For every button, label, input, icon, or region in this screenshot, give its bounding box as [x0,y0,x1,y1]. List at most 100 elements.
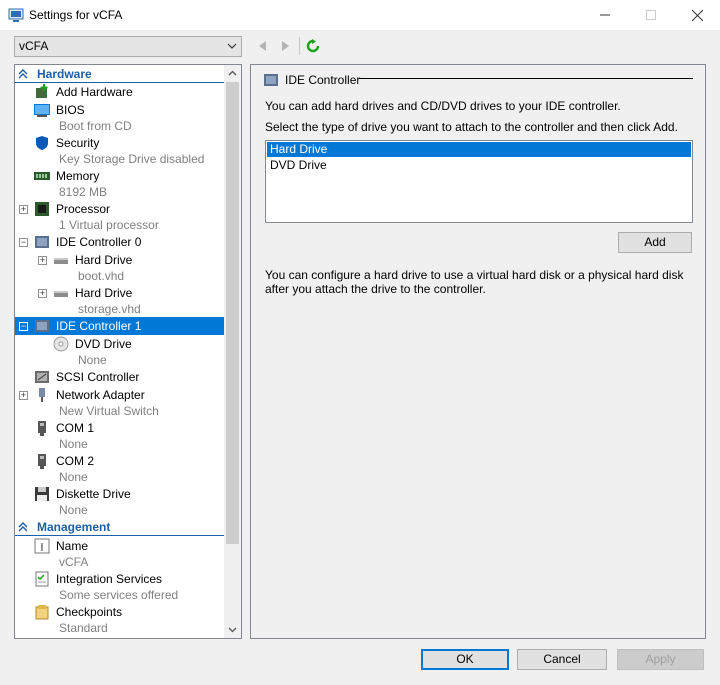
hardware-section-label: Hardware [37,67,92,81]
collapse-node-icon[interactable]: − [19,322,28,331]
panel-instruction-text: Select the type of drive you want to att… [265,120,678,134]
security-sub: Key Storage Drive disabled [59,152,205,166]
panel-title-divider [359,78,693,79]
ide-controller-panel: IDE Controller You can add hard drives a… [250,64,706,639]
integration-sub: Some services offered [59,588,179,602]
vm-selector-value: vCFA [19,39,49,53]
ide-controller-icon [35,320,49,332]
settings-app-icon [8,8,24,22]
forward-arrow-icon[interactable] [278,39,292,53]
collapse-icon [18,522,28,532]
diskette-sub: None [59,503,88,517]
tree-item-scsi-controller[interactable]: SCSI Controller [15,368,226,386]
panel-info-text: You can configure a hard drive to use a … [265,268,684,296]
net-label: Network Adapter [56,388,145,402]
checkpoints-sub: Standard [59,621,108,635]
com2-label: COM 2 [56,454,95,468]
tree-item-com2[interactable]: COM 2 None [15,452,226,485]
tree-item-dvd-drive[interactable]: DVD Drive None [15,335,226,368]
tree-item-name[interactable]: I Name vCFA [15,537,226,570]
expand-icon[interactable]: + [38,256,47,265]
refresh-icon[interactable] [306,39,320,53]
list-item[interactable]: DVD Drive [267,158,691,173]
com-port-icon [38,421,46,436]
com1-sub: None [59,437,88,451]
hd2-label: Hard Drive [75,286,133,300]
hd2-sub: storage.vhd [78,302,141,316]
com-port-icon [38,454,46,469]
list-item[interactable]: Hard Drive [267,142,691,157]
settings-tree: Hardware Add Hardware BIOS Boot from CD … [14,64,242,639]
bios-sub: Boot from CD [59,119,132,133]
window-title: Settings for vCFA [29,8,123,22]
processor-sub: 1 Virtual processor [59,218,159,232]
tree-item-bios[interactable]: BIOS Boot from CD [15,101,226,134]
back-arrow-icon[interactable] [256,39,270,53]
name-icon: I [34,538,50,554]
memory-icon [34,172,50,180]
add-hardware-icon [36,84,48,98]
bios-label: BIOS [56,103,85,117]
integration-services-icon [35,571,49,587]
hardware-section-header[interactable]: Hardware [15,65,226,83]
com2-sub: None [59,470,88,484]
minimize-button[interactable] [582,0,628,30]
tree-item-network-adapter[interactable]: + Network Adapter New Virtual Switch [15,386,226,419]
add-button[interactable]: Add [618,232,692,253]
integration-label: Integration Services [56,572,163,586]
drive-type-listbox[interactable]: Hard Drive DVD Drive [265,140,693,223]
tree-item-ide-controller-1[interactable]: − IDE Controller 1 [15,317,226,335]
tree-item-com1[interactable]: COM 1 None [15,419,226,452]
close-button[interactable] [674,0,720,30]
tree-item-security[interactable]: Security Key Storage Drive disabled [15,134,226,167]
collapse-node-icon[interactable]: − [19,238,28,247]
management-section-label: Management [37,520,111,534]
floppy-disk-icon [35,487,49,501]
name-sub: vCFA [59,555,89,569]
scsi-controller-icon [35,371,49,383]
tree-item-diskette-drive[interactable]: Diskette Drive None [15,485,226,518]
hd1-label: Hard Drive [75,253,133,267]
scsi-label: SCSI Controller [56,370,140,384]
tree-scrollbar[interactable] [224,65,241,638]
scrollbar-thumb[interactable] [226,82,239,544]
expand-icon[interactable]: + [38,289,47,298]
tree-item-integration-services[interactable]: Integration Services Some services offer… [15,570,226,603]
toolbar-separator [299,37,300,55]
scroll-up-icon[interactable] [228,69,237,78]
vm-selector[interactable]: vCFA [14,36,242,57]
hard-drive-icon [54,258,68,264]
ide1-label: IDE Controller 1 [56,319,142,333]
tree-item-processor[interactable]: + Processor 1 Virtual processor [15,200,226,233]
add-hardware-label: Add Hardware [56,85,133,99]
ide-controller-icon [35,236,49,248]
collapse-icon [18,69,28,79]
memory-sub: 8192 MB [59,185,108,199]
maximize-icon [646,10,656,20]
com1-label: COM 1 [56,421,95,435]
checkpoints-label: Checkpoints [56,605,123,619]
tree-item-checkpoints[interactable]: Checkpoints Standard [15,603,226,636]
panel-intro-text: You can add hard drives and CD/DVD drive… [265,99,621,113]
tree-item-add-hardware[interactable]: Add Hardware [15,83,226,101]
memory-label: Memory [56,169,100,183]
apply-button[interactable]: Apply [617,649,704,670]
tree-item-ide-controller-0[interactable]: − IDE Controller 0 [15,233,226,251]
scroll-down-icon[interactable] [228,625,237,634]
expand-icon[interactable]: + [19,391,28,400]
dvd-drive-icon [53,336,69,352]
security-label: Security [56,136,100,150]
network-adapter-icon [39,388,45,402]
expand-icon[interactable]: + [19,205,28,214]
tree-item-hard-drive-1[interactable]: + Hard Drive boot.vhd [15,251,226,284]
title-bar: Settings for vCFA [0,0,720,30]
cancel-button[interactable]: Cancel [517,649,607,670]
chevron-down-icon [227,43,237,49]
checkpoints-icon [35,605,49,620]
processor-icon [35,202,49,216]
ok-button[interactable]: OK [421,649,509,670]
tree-item-memory[interactable]: Memory 8192 MB [15,167,226,200]
shield-icon [36,136,48,150]
tree-item-hard-drive-2[interactable]: + Hard Drive storage.vhd [15,284,226,317]
management-section-header[interactable]: Management [15,518,226,536]
